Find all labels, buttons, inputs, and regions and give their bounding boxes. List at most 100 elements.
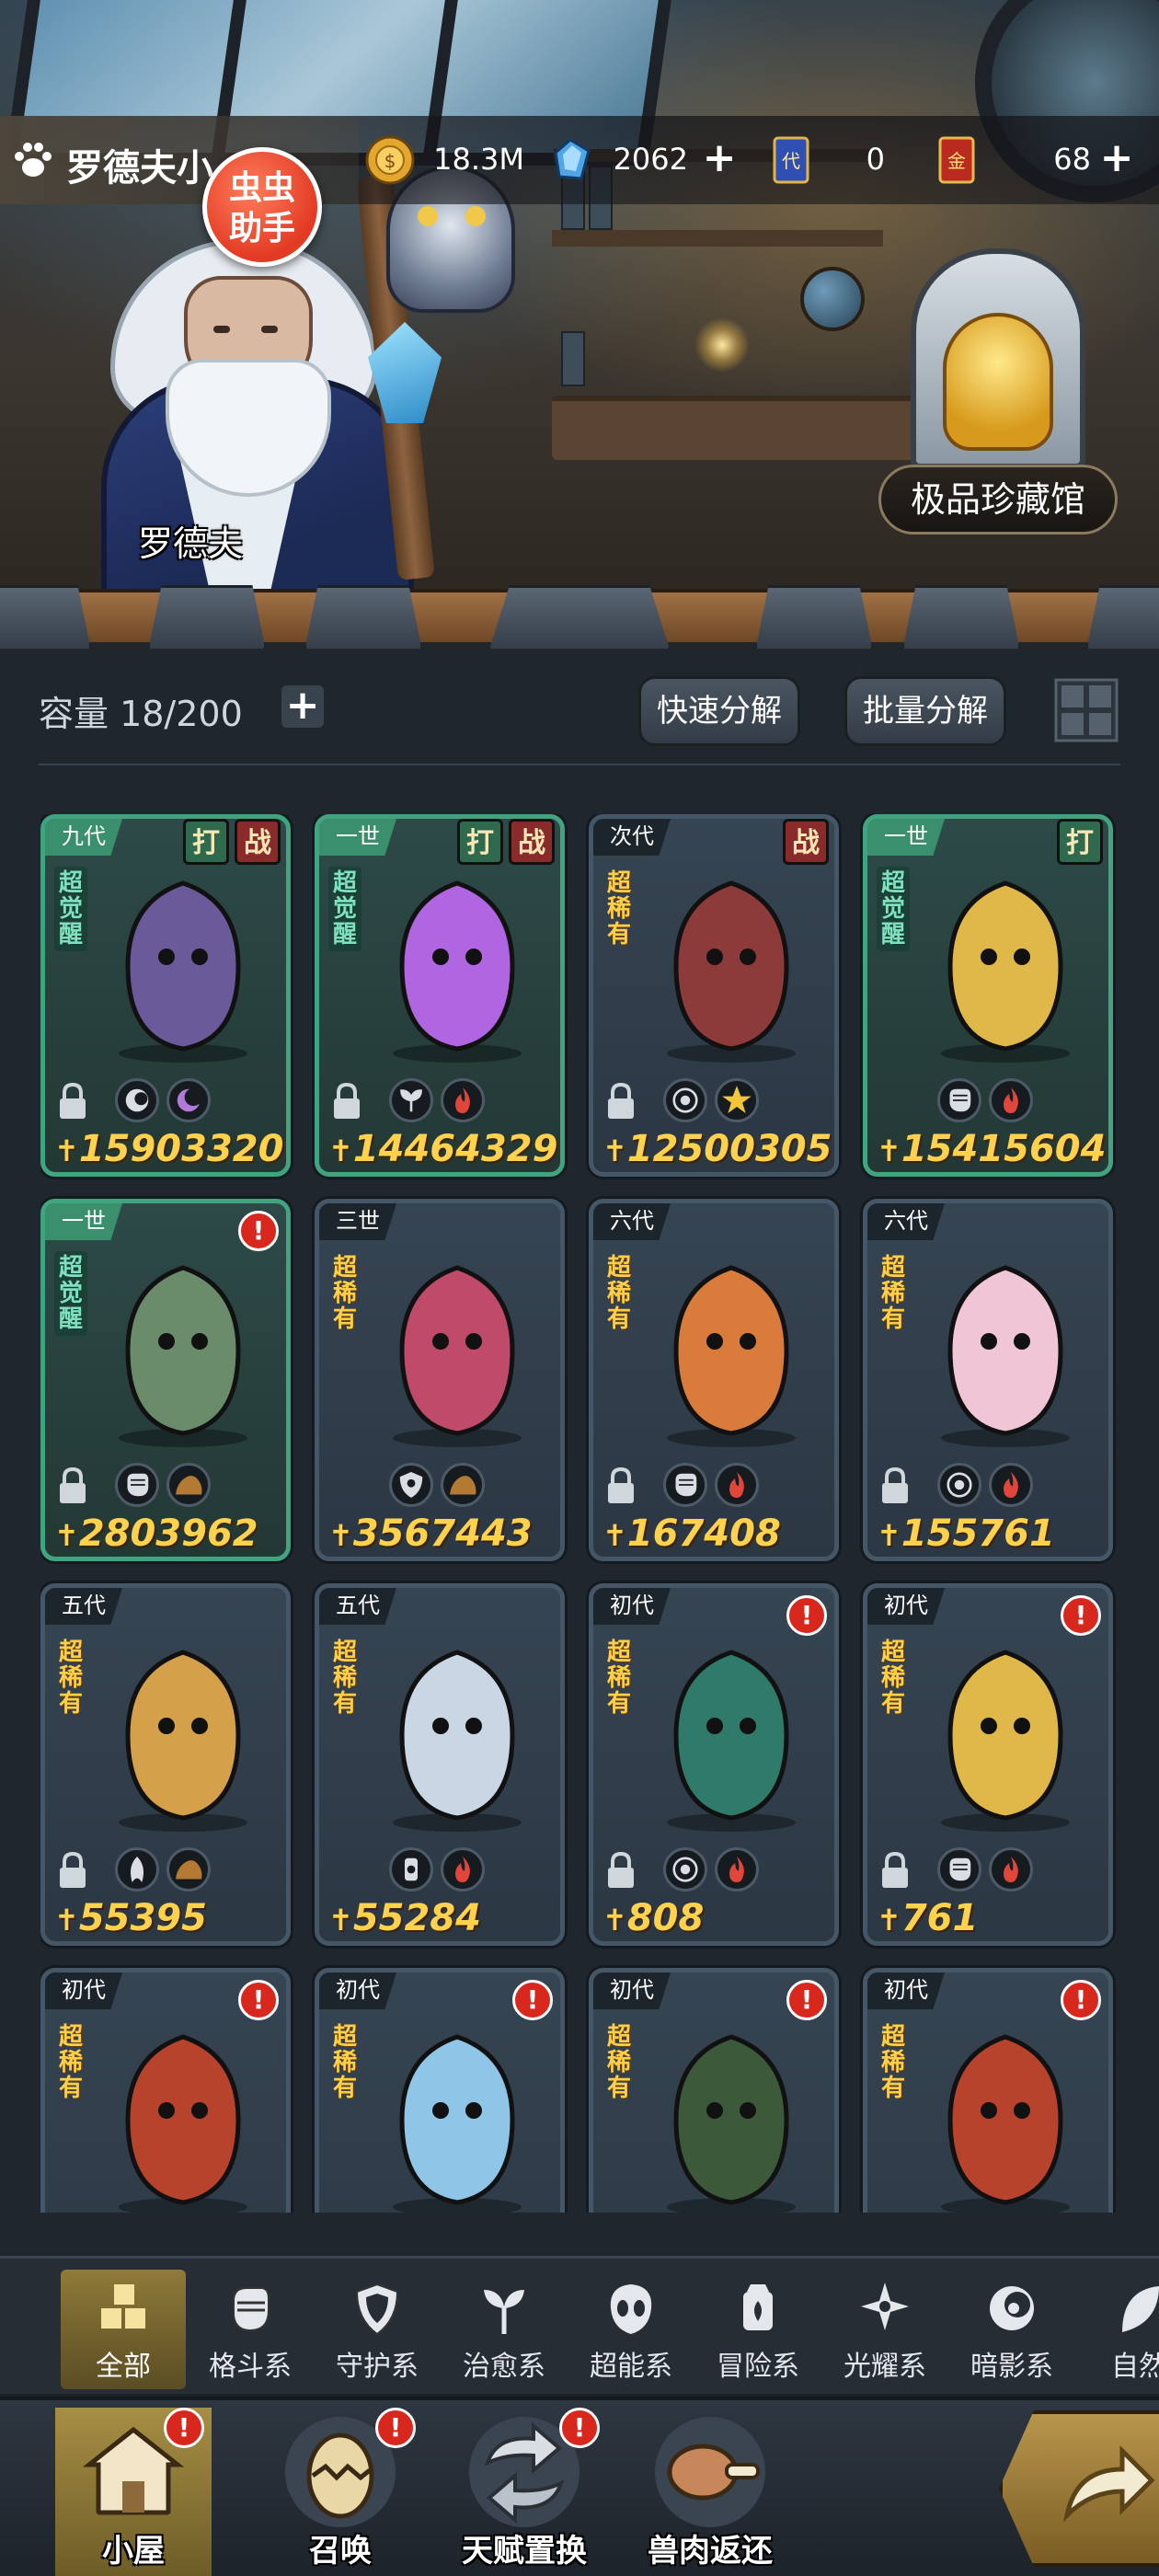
shield-element-icon [389,1463,433,1507]
creature-art [941,880,1070,1063]
lock-icon[interactable] [604,1082,637,1121]
rarity-label: 超觉醒 [54,1251,87,1336]
lock-icon[interactable] [56,1466,89,1505]
pet-card[interactable]: 一世 超觉醒 打战 ✝14464329 [315,814,565,1177]
category-tab[interactable]: 暗影系 [949,2270,1074,2389]
rarity-label: 超稀有 [606,869,631,949]
pet-card[interactable]: 初代 超稀有! [315,1968,565,2213]
svg-text:代: 代 [782,150,800,172]
rarity-label: 超稀有 [606,2023,631,2102]
pet-card[interactable]: 六代 超稀有 ✝155761 [863,1199,1113,1561]
category-tab[interactable]: 冒险系 [695,2270,820,2389]
add-crystal-button[interactable]: + [699,138,740,180]
gold-ticket-icon: 金 [938,136,975,184]
lock-icon[interactable] [330,1082,363,1121]
crystal-resource[interactable]: 2062 + [545,131,747,190]
category-tab[interactable]: 格斗系 [188,2270,313,2389]
creature-art [119,2034,247,2213]
batch-decompose-button[interactable]: 批量分解 [844,676,1006,746]
alert-icon: ! [164,2408,204,2448]
lock-icon[interactable] [56,1851,89,1890]
golden-idol [943,313,1053,451]
crystal-value: 2062 [613,142,688,177]
pet-card[interactable]: 初代 超稀有! [589,1968,839,2213]
add-gold-ticket-button[interactable]: + [1096,138,1137,180]
power-value: ✝15415604 [877,1128,1106,1170]
gold-ticket-value: 68 [1053,142,1091,177]
stone-block [901,585,1021,655]
rarity-label: 超稀有 [606,1639,631,1718]
quick-decompose-button[interactable]: 快速分解 [638,676,800,746]
power-icon: ✝ [877,1903,901,1938]
gold-resource[interactable]: $ 18.3M [364,131,526,190]
helper-badge[interactable]: 虫虫 助手 [202,147,322,267]
pet-card[interactable]: 九代 超觉醒 打战 ✝15903320 [40,814,291,1177]
category-tab[interactable]: 自然 [1076,2270,1159,2389]
leaf-icon [1122,2286,1159,2332]
generation-label: 初代 [867,1588,945,1625]
fire-element-icon [989,1847,1033,1892]
fire-element-icon [441,1847,485,1892]
pet-card[interactable]: 五代 超稀有 ✝55284 [315,1583,565,1946]
power-value: ✝55395 [54,1897,207,1939]
creature-art [119,880,247,1063]
creature-art [667,2034,796,2213]
nav-item[interactable]: ! 天赋置换 [432,2408,616,2576]
power-icon: ✝ [328,1903,353,1938]
generation-label: 五代 [45,1588,122,1625]
book-stack [561,331,585,386]
nav-item[interactable]: ! 召唤 [248,2408,432,2576]
power-icon: ✝ [54,1518,79,1553]
pet-card[interactable]: 一世 超觉醒 打 ✝15415604 [863,814,1113,1177]
pet-card[interactable]: 初代 超稀有! [40,1968,291,2213]
stone-block [304,585,423,655]
power-value: ✝55284 [328,1897,481,1939]
power-value: ✝808 [602,1897,704,1939]
sprout-icon [484,2290,524,2334]
creature-art [667,880,796,1063]
power-value: ✝14464329 [328,1128,557,1170]
meat-icon [655,2417,765,2527]
power-icon: ✝ [602,1903,627,1938]
category-tab[interactable]: 治愈系 [442,2270,567,2389]
category-tab[interactable]: 全部 [61,2270,186,2389]
pet-card[interactable]: 初代 超稀有! [863,1968,1113,2213]
treasure-hall-label[interactable]: 极品珍藏馆 [878,465,1118,535]
power-number: 15903320 [78,1128,284,1170]
pet-card[interactable]: 一世 超觉醒! ✝2803962 [40,1199,291,1561]
pet-card[interactable]: 初代 超稀有! ✝761 [863,1583,1113,1946]
expand-capacity-button[interactable]: + [281,685,324,728]
generation-label: 初代 [867,1972,945,2009]
power-number: 155761 [901,1512,1055,1555]
power-icon: ✝ [602,1518,627,1553]
lock-icon[interactable] [878,1466,912,1505]
gold-ticket-resource[interactable]: 金 68 + [931,131,1133,190]
alert-icon: ! [1061,1595,1101,1636]
category-tab[interactable]: 超能系 [568,2270,694,2389]
generation-card-resource[interactable]: 代 0 [765,131,912,190]
nav-item[interactable]: ! 小屋 [55,2408,212,2576]
nav-item[interactable]: 兽肉返还 [618,2408,802,2576]
fire-element-icon [989,1463,1033,1507]
category-tab[interactable]: 守护系 [315,2270,440,2389]
pet-card[interactable]: 次代 超稀有 战 ✝12500305 [589,814,839,1177]
earth-element-icon [441,1463,485,1507]
battle-tag: 战 [509,819,555,865]
pet-card[interactable]: 五代 超稀有 ✝55395 [40,1583,291,1946]
creature-art [393,2034,522,2213]
lantern-icon [743,2284,773,2330]
gold-coin-icon: $ [365,135,415,185]
lock-icon[interactable] [604,1466,637,1505]
pet-card[interactable]: 初代 超稀有! ✝808 [589,1583,839,1946]
lock-icon[interactable] [878,1851,912,1890]
pet-card[interactable]: 六代 超稀有 ✝167408 [589,1199,839,1561]
grid-view-icon[interactable] [1054,678,1119,742]
lock-icon[interactable] [604,1851,637,1890]
pet-card[interactable]: 三世 超稀有 ✝3567443 [315,1199,565,1561]
fist-element-icon [115,1463,159,1507]
rarity-label: 超稀有 [880,1254,905,1333]
lock-icon[interactable] [56,1082,89,1121]
candle [694,317,750,373]
generation-label: 初代 [593,1588,671,1625]
category-tab[interactable]: 光耀系 [822,2270,947,2389]
